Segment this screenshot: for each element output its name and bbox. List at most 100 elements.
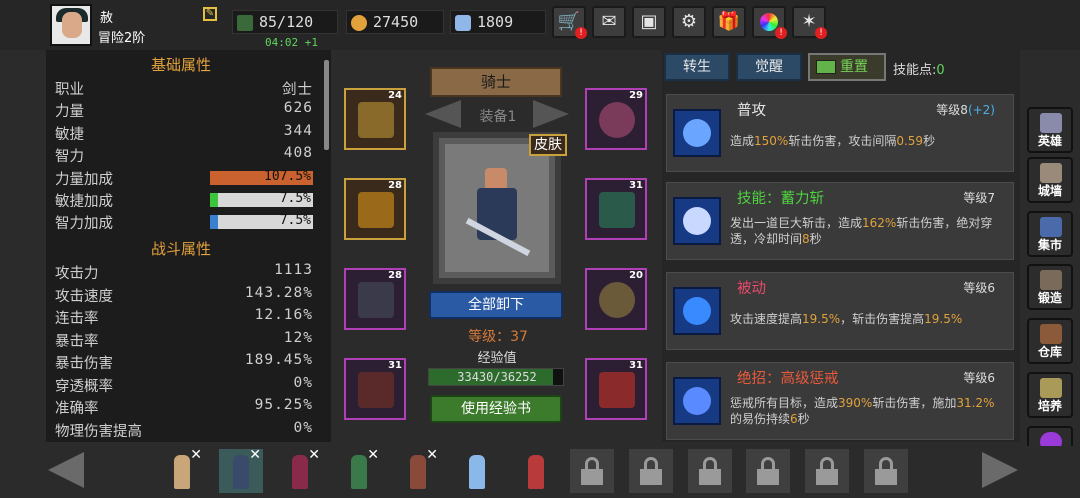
gold-coin-icon	[351, 15, 367, 31]
nav-hero-button[interactable]: 英雄	[1027, 107, 1073, 153]
close-icon[interactable]: ✕	[308, 447, 320, 463]
hero-sprite	[528, 455, 544, 489]
nav-wall-button[interactable]: 城墙	[1027, 157, 1073, 203]
agility-bonus-bar: 7.5%	[210, 191, 313, 207]
lightning-icon	[237, 15, 253, 31]
stats-scrollbar[interactable]	[324, 60, 329, 150]
stat-row-intelligence-bonus: 智力加成 7.5%	[55, 213, 313, 232]
hero-sprite	[351, 455, 367, 489]
trophy-icon	[1040, 378, 1062, 398]
locked-hero-slot[interactable]	[629, 449, 673, 493]
locked-hero-slot[interactable]	[688, 449, 732, 493]
equip-slot-necklace[interactable]: 29	[585, 88, 647, 150]
necklace-icon	[599, 102, 635, 138]
edit-icon[interactable]: ✎	[203, 7, 217, 21]
settings-button[interactable]: ⚙	[672, 6, 706, 38]
gift-button[interactable]: 🎁	[712, 6, 746, 38]
strength-bonus-bar: 107.5%	[210, 169, 313, 185]
hero-sprite	[233, 455, 249, 489]
tab-rebirth[interactable]: 转生	[664, 53, 730, 81]
lock-icon	[816, 469, 838, 485]
hero-slot-assassin[interactable]	[514, 449, 558, 493]
close-icon[interactable]: ✕	[190, 447, 202, 463]
skin-button[interactable]: 皮肤	[529, 134, 567, 156]
mail-button[interactable]: ✉	[592, 6, 626, 38]
lock-icon	[875, 469, 897, 485]
hero-sprite	[174, 455, 190, 489]
wall-icon	[1040, 163, 1062, 183]
stat-row-strength-bonus: 力量加成 107.5%	[55, 169, 313, 188]
equip-slot-ring[interactable]: 20	[585, 268, 647, 330]
skill-card-ultimate[interactable]: 绝招：高级惩戒 等级6 惩戒所有目标，造成390%斩击伤害，施加31.2%的易伤…	[666, 362, 1014, 440]
stat-row-crit-damage: 暴击伤害 189.45%	[55, 352, 313, 372]
slash-skill-icon	[673, 109, 721, 157]
stat-row-strength: 力量 626	[55, 100, 313, 120]
knight-sprite	[445, 144, 549, 272]
locked-hero-slot[interactable]	[864, 449, 908, 493]
gem-value: 1809	[477, 13, 514, 31]
stat-row-intelligence: 智力 408	[55, 145, 313, 165]
chest-icon	[1040, 324, 1062, 344]
close-icon[interactable]: ✕	[367, 447, 379, 463]
gamepad-icon: ▣	[640, 11, 658, 32]
locked-hero-slot[interactable]	[570, 449, 614, 493]
hero-level: 等级：37	[468, 329, 528, 345]
nav-market-button[interactable]: 集市	[1027, 211, 1073, 257]
lock-icon	[581, 469, 603, 485]
equip-slot-legs[interactable]: 28	[344, 268, 406, 330]
sword-strike-skill-icon	[673, 377, 721, 425]
locked-hero-slot[interactable]	[805, 449, 849, 493]
gamepad-button[interactable]: ▣	[632, 6, 666, 38]
hero-sprite	[410, 455, 426, 489]
event-button[interactable]: ✶!	[792, 6, 827, 39]
stat-row-job: 职业 剑士	[55, 82, 313, 98]
tab-awaken[interactable]: 觉醒	[736, 53, 802, 81]
use-exp-book-button[interactable]: 使用经验书	[430, 395, 562, 423]
alert-badge: !	[815, 27, 827, 39]
helmet-icon	[358, 102, 394, 138]
hero-slot-warrior[interactable]: ✕	[396, 447, 440, 493]
settings-gear-icon: ⚙	[680, 11, 698, 32]
reset-skills-button[interactable]: 重置	[808, 53, 886, 81]
close-icon[interactable]: ✕	[249, 447, 261, 463]
equip-slot-helmet[interactable]: 24	[344, 88, 406, 150]
lock-icon	[757, 469, 779, 485]
skill-description: 惩戒所有目标，造成390%斩击伤害，施加31.2%的易伤持续6秒	[730, 396, 995, 426]
nav-train-button[interactable]: 培养	[1027, 372, 1073, 418]
stat-row-crit: 暴击率 12%	[55, 330, 313, 350]
alert-badge: !	[775, 27, 787, 39]
anvil-icon	[1040, 270, 1062, 290]
firework-icon: ✶	[801, 11, 817, 32]
equip-slot-boots[interactable]: 31	[344, 358, 406, 420]
stamina-counter: 85/120	[232, 10, 338, 34]
equip-slot-bracers[interactable]: 31	[585, 178, 647, 240]
hero-slot-valkyrie[interactable]: ✕	[160, 447, 204, 493]
locked-hero-slot[interactable]	[746, 449, 790, 493]
equip-slot-weapon[interactable]: 31	[585, 358, 647, 420]
skill-card-basic-attack[interactable]: 普攻 等级8(+2) 造成150%斩击伤害，攻击间隔0.59秒	[666, 94, 1014, 172]
nav-storage-button[interactable]: 仓库	[1027, 318, 1073, 364]
ring-icon	[599, 282, 635, 318]
hero-slot-ice-mage[interactable]	[455, 449, 499, 493]
skill-card-charged-slash[interactable]: 技能：蓄力斩 等级7 发出一道巨大斩击，造成162%斩击伤害，绝对穿透，冷却时间…	[666, 182, 1014, 260]
hero-slot-archer[interactable]: ✕	[337, 447, 381, 493]
bracers-icon	[599, 192, 635, 228]
lottery-button[interactable]: !	[752, 6, 787, 39]
shop-button[interactable]: 🛒!	[552, 6, 587, 39]
unequip-all-button[interactable]: 全部卸下	[429, 291, 563, 319]
skill-card-passive[interactable]: 被动 等级6 攻击速度提高19.5%，斩击伤害提高19.5%	[666, 272, 1014, 350]
gift-icon: 🎁	[717, 11, 741, 32]
whirlwind-skill-icon	[673, 287, 721, 335]
gold-counter: 27450	[346, 10, 444, 34]
close-icon[interactable]: ✕	[426, 447, 438, 463]
player-avatar[interactable]	[50, 4, 92, 46]
knight-helmet-icon	[1040, 113, 1062, 133]
exp-title: 经验值	[477, 351, 517, 366]
equip-slot-armor[interactable]: 28	[344, 178, 406, 240]
gold-value: 27450	[373, 13, 419, 31]
video-ad-icon	[816, 60, 836, 74]
hero-slot-knight[interactable]: ✕	[219, 447, 263, 493]
stat-row-physical-damage: 物理伤害提高 0%	[55, 420, 313, 440]
nav-forge-button[interactable]: 锻造	[1027, 264, 1073, 310]
hero-slot-mage[interactable]: ✕	[278, 447, 322, 493]
